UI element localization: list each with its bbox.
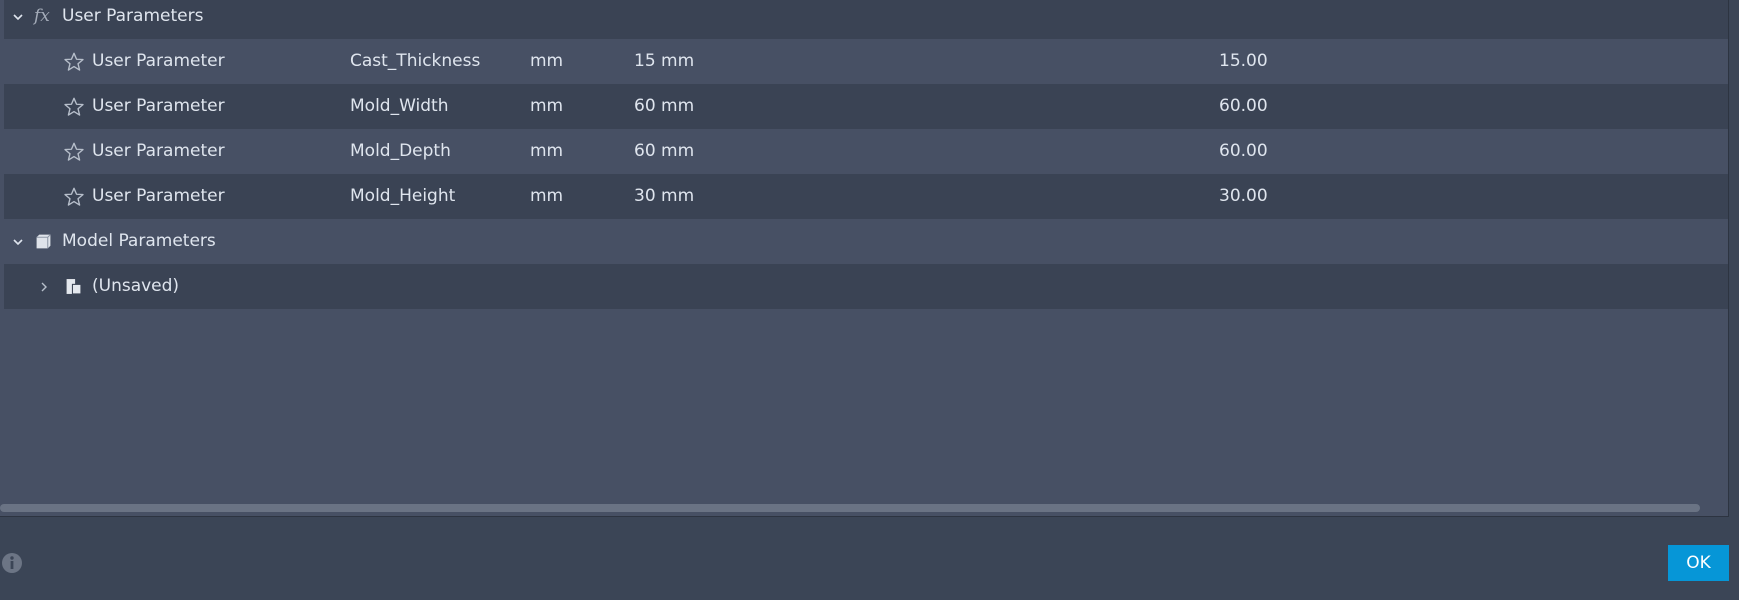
group-label: Model Parameters <box>62 231 216 251</box>
star-icon[interactable] <box>63 84 85 129</box>
star-icon[interactable] <box>63 39 85 84</box>
parameter-row[interactable]: User Parameter Mold_Height mm 30 mm 30.0… <box>4 174 1728 219</box>
parameter-name[interactable]: Mold_Width <box>350 84 448 129</box>
chevron-right-icon[interactable] <box>36 264 52 309</box>
component-icon <box>65 264 82 309</box>
parameter-type: User Parameter <box>92 141 225 161</box>
dialog-footer <box>0 517 1739 600</box>
chevron-down-icon[interactable] <box>10 219 26 264</box>
parameter-expression[interactable]: 15 mm <box>634 39 694 84</box>
parameters-panel: fx User Parameters User Parameter Cast_T… <box>0 0 1729 517</box>
parameter-row[interactable]: User Parameter Cast_Thickness mm 15 mm 1… <box>4 39 1728 84</box>
parameter-name[interactable]: Mold_Depth <box>350 129 451 174</box>
model-parameters-group[interactable]: Model Parameters <box>4 219 1728 264</box>
parameter-value: 60.00 <box>1219 141 1268 161</box>
parameter-value: 60.00 <box>1219 96 1268 116</box>
parameter-unit[interactable]: mm <box>530 174 563 219</box>
parameter-unit[interactable]: mm <box>530 129 563 174</box>
ok-button[interactable]: OK <box>1668 545 1729 581</box>
parameter-unit[interactable]: mm <box>530 39 563 84</box>
cube-icon <box>35 219 52 264</box>
parameter-name[interactable]: Mold_Height <box>350 174 455 219</box>
chevron-down-icon[interactable] <box>10 0 26 39</box>
parameter-type: User Parameter <box>92 96 225 116</box>
parameter-row[interactable]: User Parameter Mold_Width mm 60 mm 60.00 <box>4 84 1728 129</box>
parameter-expression[interactable]: 60 mm <box>634 84 694 129</box>
parameter-type: User Parameter <box>92 186 225 206</box>
star-icon[interactable] <box>63 174 85 219</box>
parameter-type: User Parameter <box>92 51 225 71</box>
info-icon[interactable] <box>1 552 23 574</box>
model-item-row[interactable]: (Unsaved) <box>4 264 1728 309</box>
user-parameters-group[interactable]: fx User Parameters <box>4 0 1728 39</box>
parameter-value: 30.00 <box>1219 186 1268 206</box>
star-icon[interactable] <box>63 129 85 174</box>
horizontal-scrollbar[interactable] <box>0 504 1700 512</box>
parameter-unit[interactable]: mm <box>530 84 563 129</box>
parameter-row[interactable]: User Parameter Mold_Depth mm 60 mm 60.00 <box>4 129 1728 174</box>
parameter-expression[interactable]: 60 mm <box>634 129 694 174</box>
model-item-label: (Unsaved) <box>92 276 180 296</box>
parameter-value: 15.00 <box>1219 51 1268 71</box>
parameter-expression[interactable]: 30 mm <box>634 174 694 219</box>
parameter-name[interactable]: Cast_Thickness <box>350 39 480 84</box>
fx-icon: fx <box>34 6 50 26</box>
group-label: User Parameters <box>62 6 204 26</box>
